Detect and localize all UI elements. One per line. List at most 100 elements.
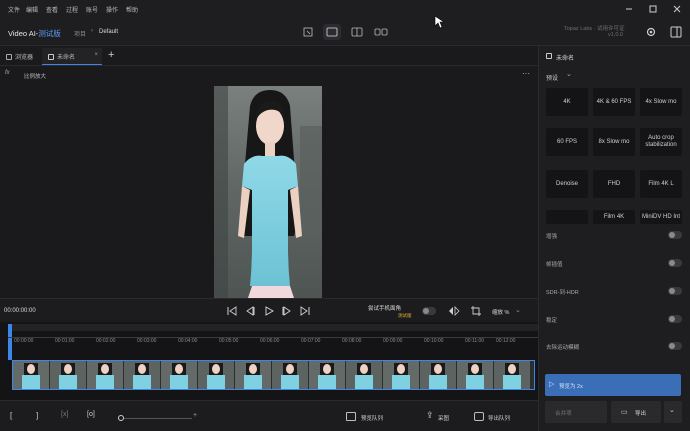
preview-queue-button[interactable]: 预览队列	[361, 414, 383, 422]
thumbnail-frame	[494, 361, 530, 389]
option-sdr-to-hdr: SDR-到-HDR	[546, 286, 682, 298]
zoom-label[interactable]: 缩放 %	[492, 308, 509, 316]
merge-button[interactable]: 合并项	[545, 401, 607, 423]
chevron-down-icon[interactable]: ⌄	[566, 70, 572, 78]
app-title-beta: 测试版	[38, 29, 61, 38]
clear-in-icon[interactable]: [x]	[61, 411, 68, 418]
sdr-to-hdr-toggle[interactable]	[668, 287, 682, 295]
frame-interpolation-toggle[interactable]	[668, 259, 682, 267]
zoom-slider-track[interactable]	[124, 418, 192, 419]
preset-minidv-hd-int[interactable]: MiniDV HD Int	[640, 210, 682, 224]
chevron-down-icon[interactable]: ⌄	[515, 306, 521, 314]
split-view-button[interactable]	[348, 24, 366, 40]
menu-view[interactable]: 查看	[46, 5, 58, 14]
preset-8x-slow-mo[interactable]: 8x Slow mo	[593, 128, 635, 156]
menu-file[interactable]: 文件	[8, 5, 20, 14]
playhead[interactable]	[8, 324, 12, 360]
more-options-icon[interactable]: ⋯	[522, 69, 530, 78]
timecode[interactable]: 00:00:00:00	[4, 308, 36, 314]
preset-film-4k[interactable]: Film 4K	[593, 210, 635, 224]
preset-60fps[interactable]: 60 FPS	[546, 128, 588, 156]
next-frame-icon[interactable]	[281, 305, 293, 317]
breadcrumb-parent[interactable]: 项目	[74, 29, 86, 38]
chevron-down-icon: ⌄	[669, 407, 675, 414]
menu-help[interactable]: 帮助	[126, 5, 138, 14]
preset-film-4k-l[interactable]: Film 4K L	[640, 170, 682, 198]
thumbnail-frame	[124, 361, 160, 389]
app-title-text: Video AI-	[8, 29, 39, 38]
tick-label: 00:12:00	[496, 338, 516, 344]
subbar-label: 比例放大	[24, 74, 47, 80]
panel-toggle-icon[interactable]	[669, 25, 683, 39]
export-queue-icon[interactable]	[474, 412, 484, 421]
menu-edit[interactable]: 编辑	[26, 5, 38, 14]
option-label: 增强	[546, 234, 558, 240]
close-icon[interactable]	[670, 3, 684, 15]
preview-button[interactable]: ▷ 预览为 2x	[545, 374, 681, 396]
minimize-icon[interactable]	[622, 3, 636, 15]
menu-account[interactable]: 账号	[86, 5, 98, 14]
crop-icon[interactable]	[470, 305, 482, 317]
tab-untitled[interactable]: 未命名 ×	[42, 48, 102, 65]
brand-label: Topaz Labs · 试用许可证	[564, 26, 625, 32]
ai-feature-toggle[interactable]	[422, 307, 436, 315]
thumbnail-frame	[198, 361, 234, 389]
preset-auto-crop-stabilization[interactable]: Auto crop stabilization	[640, 128, 682, 156]
thumbnail-strip[interactable]	[12, 360, 535, 390]
tab-browser[interactable]: 浏览器	[0, 48, 40, 65]
zoom-in-icon[interactable]: +	[193, 412, 197, 419]
tick-label: 00:01:00	[55, 338, 75, 344]
breadcrumb-separator-icon: ›	[91, 28, 93, 34]
export-options-button[interactable]: ⌄	[664, 401, 682, 423]
skip-start-icon[interactable]	[226, 305, 238, 317]
merge-button-label: 合并项	[555, 411, 572, 417]
menu-action[interactable]: 操作	[106, 5, 118, 14]
tick-label: 00:04:00	[178, 338, 198, 344]
prev-frame-icon[interactable]	[244, 305, 256, 317]
person-image	[214, 86, 322, 298]
stabilize-toggle[interactable]	[668, 315, 682, 323]
thumbnail-frame	[346, 361, 382, 389]
cube-icon	[48, 54, 54, 61]
side-by-side-view-button[interactable]	[372, 24, 390, 40]
title-bar: Video AI-测试版 项目 › Default Topaz Labs · 试…	[0, 18, 690, 46]
menu-process[interactable]: 过程	[66, 5, 78, 14]
maximize-icon[interactable]	[646, 3, 660, 15]
compare-icon[interactable]	[448, 306, 460, 316]
preset-4k[interactable]: 4K	[546, 88, 588, 116]
mark-out-icon[interactable]: ]	[36, 411, 38, 420]
tick-label: 00:08:00	[342, 338, 362, 344]
thumbnail-frame	[383, 361, 419, 389]
preset-4x-slow-mo[interactable]: 4x Slow mo	[640, 88, 682, 116]
snapshot-button[interactable]: 采图	[438, 414, 449, 422]
preset-denoise[interactable]: Denoise	[546, 170, 588, 198]
gear-icon[interactable]	[644, 25, 658, 39]
option-enhance: 增强	[546, 230, 682, 242]
preview-queue-icon[interactable]	[346, 412, 356, 421]
fx-icon[interactable]: fx	[5, 70, 10, 76]
clear-out-icon[interactable]: [o]	[87, 411, 95, 418]
timeline-range-bar[interactable]	[8, 324, 538, 331]
preset-empty[interactable]	[546, 210, 588, 224]
tab-browser-label: 浏览器	[15, 55, 34, 61]
thumbnail-frame	[13, 361, 49, 389]
single-view-button[interactable]	[323, 24, 341, 40]
snapshot-icon[interactable]: ⇪	[426, 410, 434, 421]
preset-4k-60fps[interactable]: 4K & 60 FPS	[593, 88, 635, 116]
export-button[interactable]: ▭ 导出	[611, 401, 661, 423]
close-tab-icon[interactable]: ×	[94, 52, 98, 58]
timeline[interactable]: 00:00:00 00:01:00 00:02:00 00:03:00 00:0…	[0, 322, 538, 400]
skip-end-icon[interactable]	[299, 305, 311, 317]
export-queue-button[interactable]: 导出队列	[488, 414, 510, 422]
tick-label: 00:05:00	[219, 338, 239, 344]
motion-deblur-toggle[interactable]	[668, 342, 682, 350]
play-icon: ▷	[549, 381, 555, 388]
crop-view-button[interactable]	[299, 24, 317, 40]
preset-fhd[interactable]: FHD	[593, 170, 635, 198]
bottom-toolbar: [ ] [x] [o] + 预览队列 ⇪ 采图 导出队列	[0, 400, 538, 431]
preview-button-label: 预览为 2x	[559, 384, 583, 390]
mark-in-icon[interactable]: [	[10, 411, 12, 420]
add-tab-button[interactable]: +	[108, 49, 114, 61]
play-icon[interactable]	[263, 305, 275, 317]
enhance-toggle[interactable]	[668, 231, 682, 239]
